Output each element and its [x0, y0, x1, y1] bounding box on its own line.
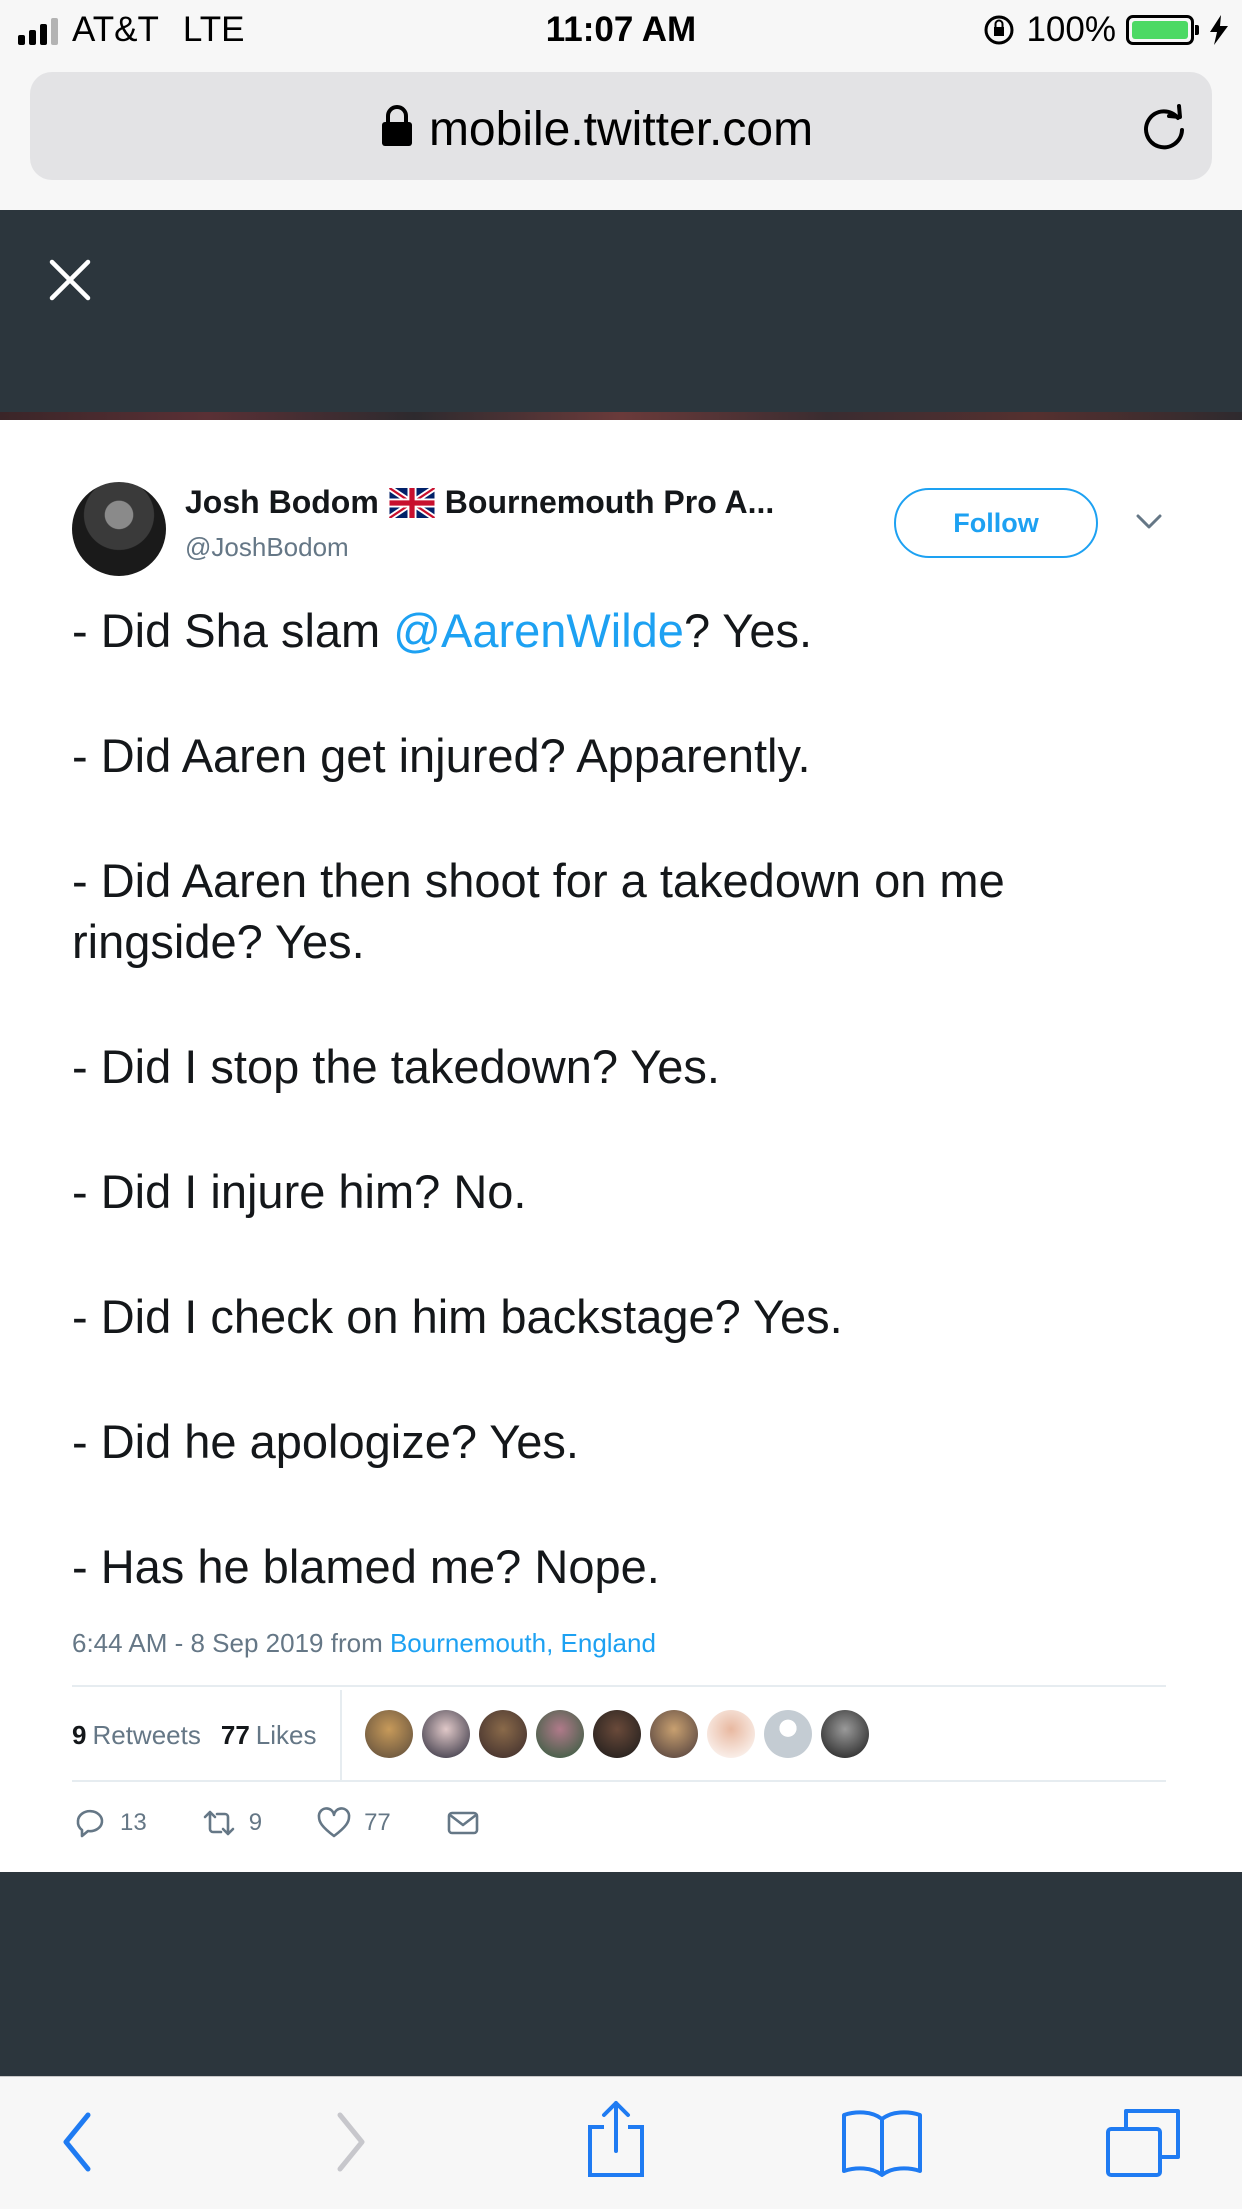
avatar[interactable]	[479, 1710, 527, 1758]
orientation-lock-icon	[984, 15, 1014, 45]
tweet-line-1-pre: - Did Sha slam	[72, 604, 394, 657]
tweet-meta: 6:44 AM - 8 Sep 2019 from Bournemouth, E…	[72, 1628, 656, 1659]
retweets-stat[interactable]: 9 Retweets	[72, 1720, 201, 1751]
avatar[interactable]	[365, 1710, 413, 1758]
chevron-down-icon[interactable]	[1136, 514, 1162, 530]
author-name: Josh Bodom	[185, 484, 379, 520]
reply-icon	[76, 1809, 104, 1838]
avatar[interactable]	[72, 482, 166, 576]
like-button[interactable]: 77	[316, 1805, 391, 1841]
background-image-strip	[0, 412, 1242, 420]
close-icon[interactable]	[48, 258, 92, 302]
url-text: mobile.twitter.com	[428, 103, 814, 156]
author-name-suffix: Bournemouth Pro A...	[444, 484, 775, 520]
status-bar: AT&T LTE 11:07 AM 100%	[0, 0, 1242, 62]
follow-button[interactable]: Follow	[894, 488, 1098, 558]
media-overlay-top	[0, 210, 1242, 418]
avatar[interactable]	[764, 1710, 812, 1758]
tweet-timestamp[interactable]: 6:44 AM - 8 Sep 2019 from	[72, 1628, 390, 1658]
uk-flag-icon	[388, 487, 435, 518]
heart-icon	[317, 1807, 351, 1838]
tweet-actions: 13 9 77	[72, 1805, 535, 1841]
bookmarks-icon[interactable]	[840, 2107, 924, 2177]
divider	[72, 1780, 1166, 1782]
envelope-icon	[447, 1811, 479, 1835]
avatar[interactable]	[536, 1710, 584, 1758]
mention-link[interactable]: @AarenWilde	[393, 604, 684, 657]
stats-divider	[340, 1690, 342, 1780]
retweets-label: Retweets	[92, 1719, 201, 1750]
likes-label: Likes	[255, 1719, 317, 1750]
battery-percent: 100%	[1026, 10, 1116, 49]
avatar[interactable]	[422, 1710, 470, 1758]
tweet-line-3: - Did Aaren then shoot for a takedown on…	[72, 854, 1005, 968]
tweet-line-4: - Did I stop the takedown? Yes.	[72, 1040, 720, 1093]
charging-bolt-icon	[1210, 15, 1228, 45]
tweet-card: Josh Bodom Bournemouth Pro A... @JoshBod…	[0, 420, 1242, 1872]
avatar[interactable]	[650, 1710, 698, 1758]
likes-stat[interactable]: 77 Likes	[221, 1720, 317, 1751]
tweet-line-7: - Did he apologize? Yes.	[72, 1415, 579, 1468]
back-icon[interactable]	[58, 2107, 98, 2177]
tweet-line-1-post: ? Yes.	[683, 604, 813, 657]
retweet-icon	[203, 1810, 235, 1836]
author-name-row[interactable]: Josh Bodom Bournemouth Pro A...	[185, 484, 774, 521]
liker-avatars	[365, 1710, 869, 1758]
media-overlay-bottom	[0, 1872, 1242, 2076]
tweet-line-6: - Did I check on him backstage? Yes.	[72, 1290, 843, 1343]
tweet-line-5: - Did I injure him? No.	[72, 1165, 527, 1218]
tweet-line-1: - Did Sha slam @AarenWilde? Yes.	[72, 600, 1172, 661]
tweet-text: - Did Sha slam @AarenWilde? Yes. - Did A…	[72, 600, 1172, 1661]
browser-toolbar	[0, 2076, 1242, 2209]
engagement-stats: 9 Retweets 77 Likes	[72, 1690, 316, 1780]
forward-icon[interactable]	[330, 2107, 370, 2177]
reply-button[interactable]: 13	[72, 1805, 147, 1841]
like-count: 77	[364, 1809, 391, 1836]
address-bar[interactable]: mobile.twitter.com	[30, 72, 1212, 180]
likes-count: 77	[220, 1719, 250, 1750]
retweets-count: 9	[72, 1719, 87, 1750]
avatar[interactable]	[821, 1710, 869, 1758]
retweet-button[interactable]: 9	[201, 1805, 262, 1841]
tweet-line-8: - Has he blamed me? Nope.	[72, 1540, 660, 1593]
direct-message-button[interactable]	[445, 1805, 481, 1841]
retweet-count: 9	[248, 1809, 263, 1836]
share-icon[interactable]	[584, 2099, 648, 2179]
author-handle[interactable]: @JoshBodom	[185, 532, 349, 563]
battery-icon	[1126, 15, 1199, 45]
tabs-icon[interactable]	[1104, 2107, 1184, 2177]
avatar[interactable]	[593, 1710, 641, 1758]
tweet-location[interactable]: Bournemouth, England	[390, 1628, 656, 1658]
reload-icon[interactable]	[1138, 102, 1190, 154]
avatar[interactable]	[707, 1710, 755, 1758]
divider	[72, 1685, 1166, 1687]
browser-chrome: mobile.twitter.com	[0, 62, 1242, 210]
reply-count: 13	[120, 1809, 147, 1836]
tweet-line-2: - Did Aaren get injured? Apparently.	[72, 729, 811, 782]
status-right: 100%	[982, 10, 1228, 50]
